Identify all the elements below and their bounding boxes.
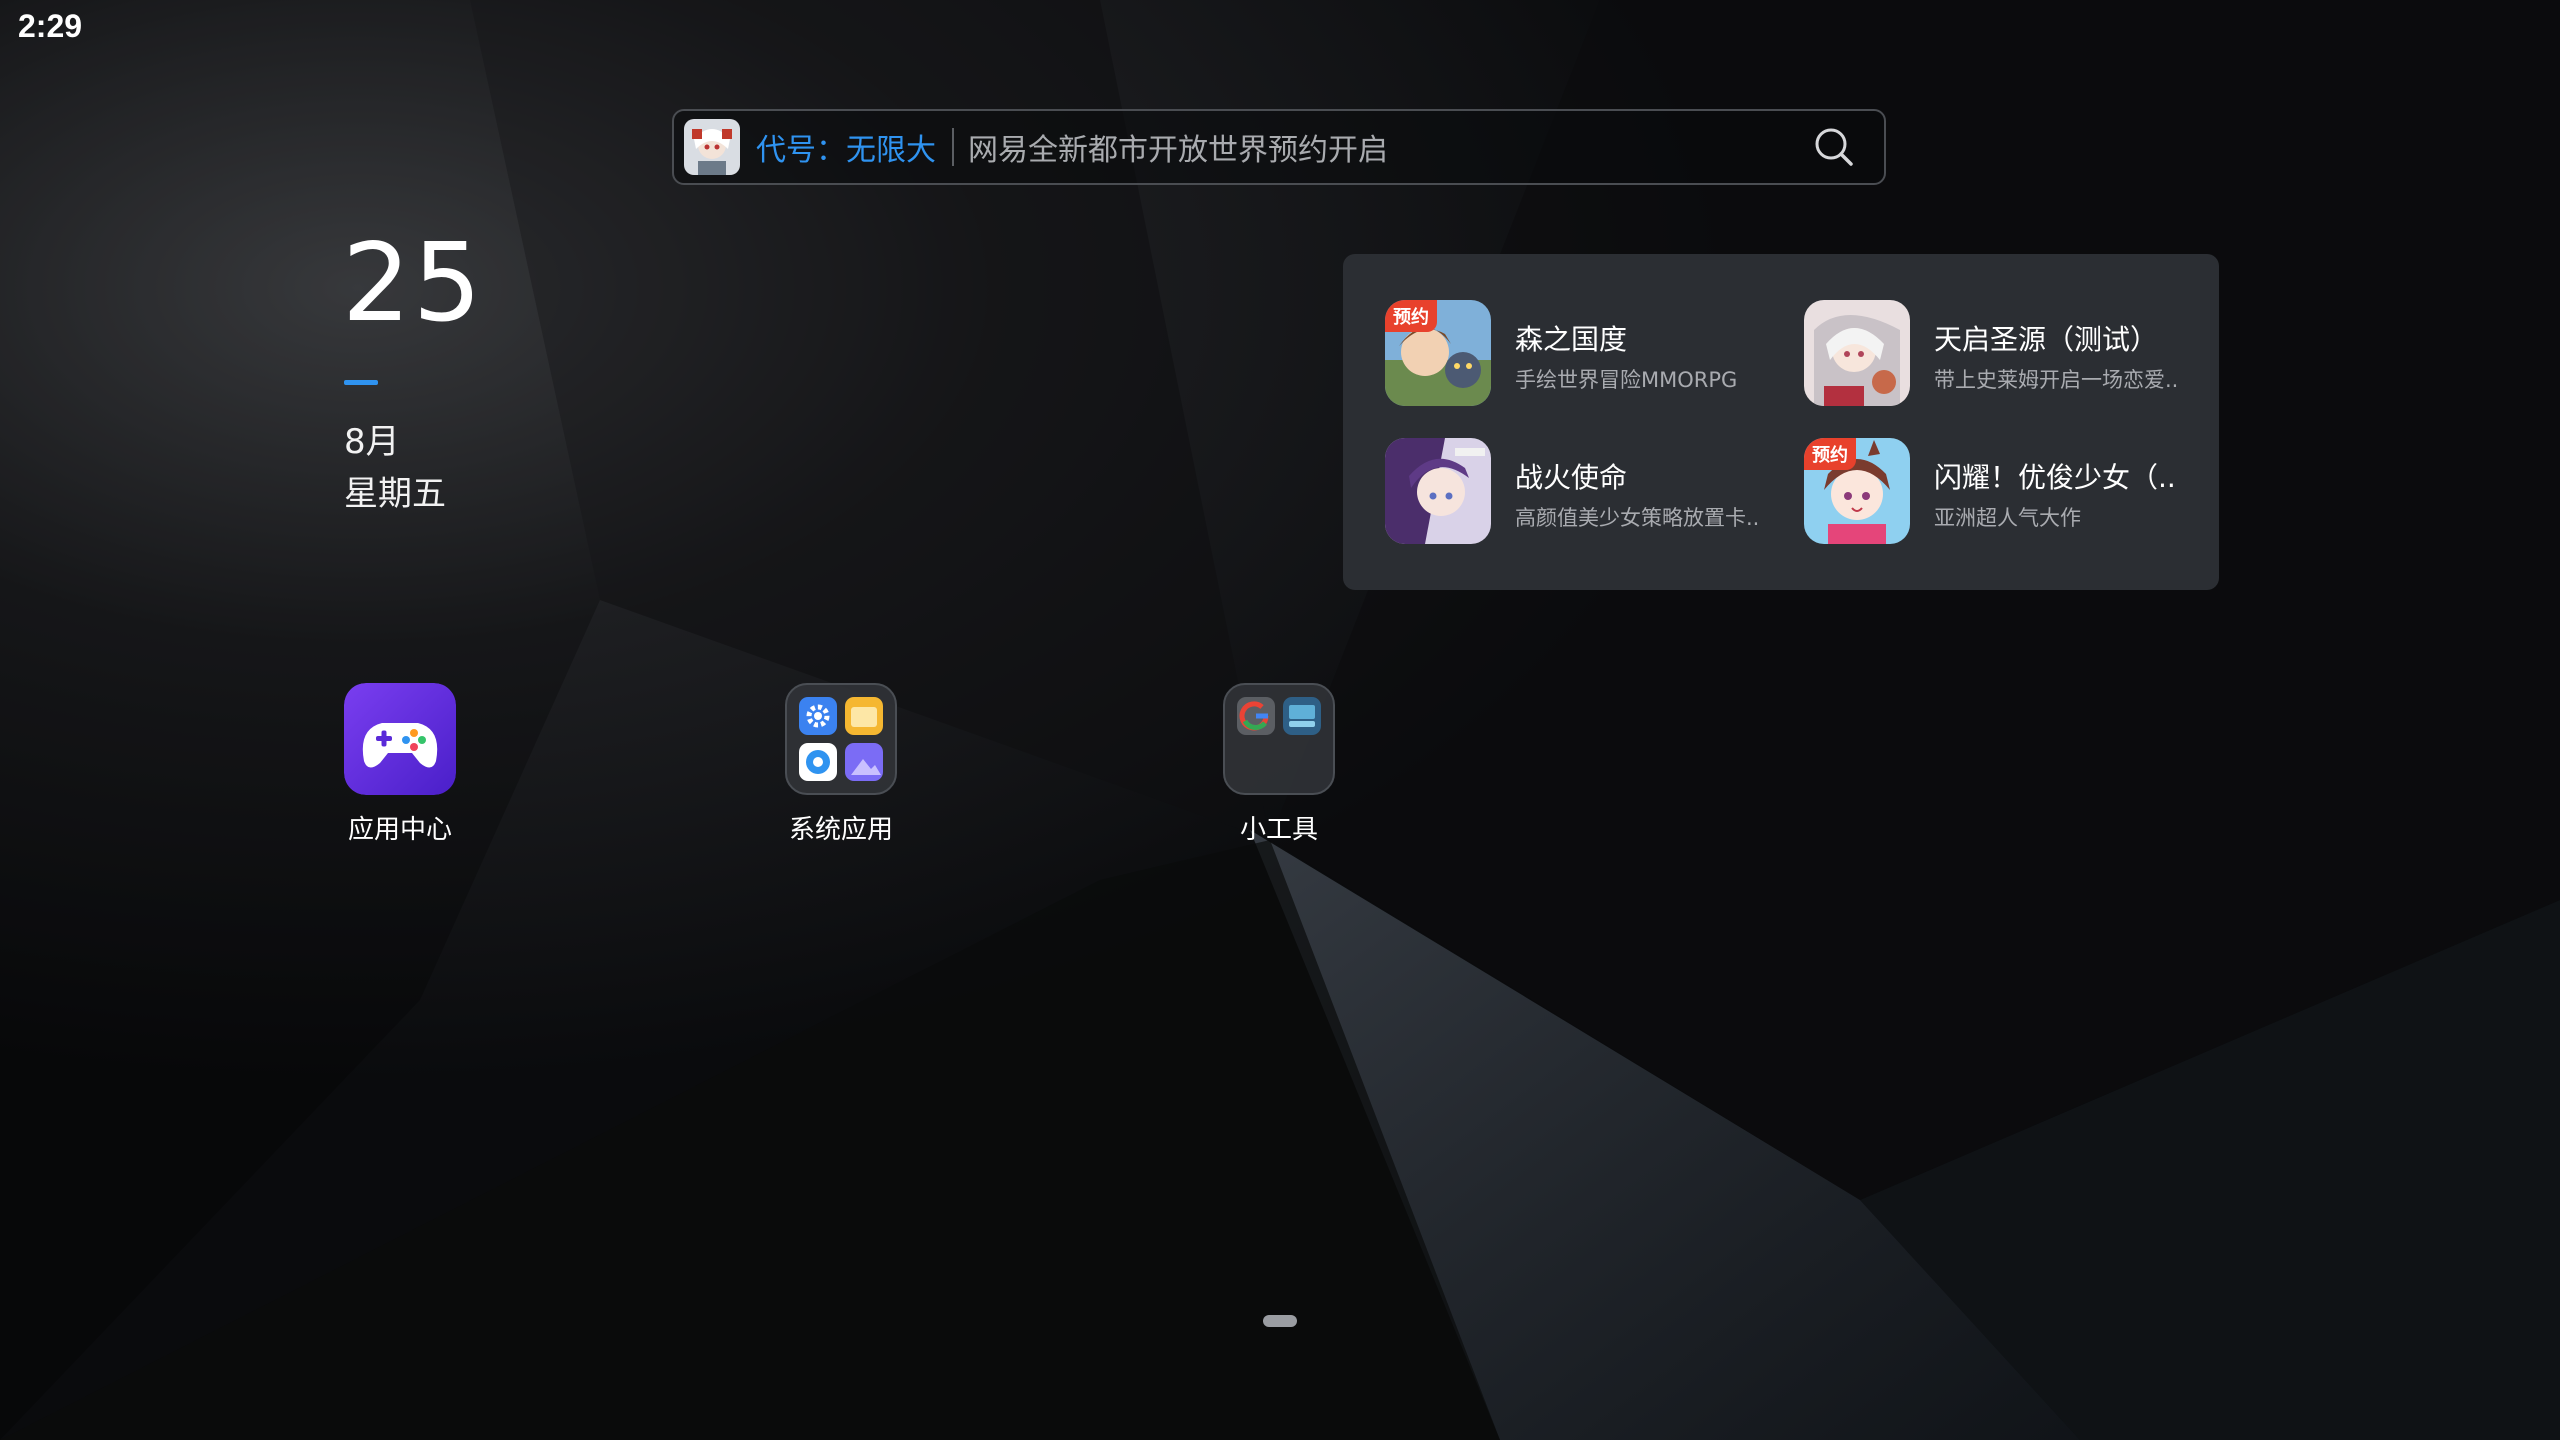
reserve-badge: 预约	[1385, 300, 1437, 332]
rec-subtitle: 带上史莱姆开启一场恋爱...	[1934, 368, 2180, 392]
search-promo-text[interactable]: 网易全新都市开放世界预约开启	[968, 125, 1812, 169]
rec-item-1[interactable]: 预约 森之国度 手绘世界冒险MMORPG	[1343, 300, 1743, 410]
app-label: 小工具	[1239, 815, 1318, 845]
game-icon-zhanhuo[interactable]	[1385, 438, 1491, 544]
date-weekday: 星期五	[344, 474, 446, 514]
date-day: 25	[342, 221, 484, 346]
rec-item-3[interactable]: 战火使命 高颜值美少女策略放置卡...	[1343, 438, 1761, 548]
search-icon[interactable]	[1812, 125, 1856, 169]
rec-item-2[interactable]: 天启圣源（测试） 带上史莱姆开启一场恋爱...	[1762, 300, 2180, 410]
system-apps-folder[interactable]: 系统应用	[756, 683, 926, 846]
status-bar-time: 2:29	[18, 8, 83, 44]
search-bar[interactable]: 代号：无限大 网易全新都市开放世界预约开启	[672, 109, 1886, 185]
promo-game-thumbnail	[684, 119, 740, 175]
date-accent-line	[344, 380, 378, 385]
rec-subtitle: 高颜值美少女策略放置卡...	[1515, 506, 1761, 530]
game-icon-umamusume[interactable]: 预约	[1804, 438, 1910, 544]
search-divider	[952, 128, 954, 166]
gamepad-icon[interactable]	[344, 683, 456, 795]
game-icon-tianqi[interactable]	[1804, 300, 1910, 406]
date-month: 8月	[344, 422, 400, 462]
rec-item-4[interactable]: 预约 闪耀！优俊少女（... 亚洲超人气大作	[1762, 438, 2174, 548]
rec-subtitle: 手绘世界冒险MMORPG	[1515, 368, 1738, 392]
page-indicator[interactable]	[1263, 1315, 1297, 1327]
app-label: 应用中心	[347, 815, 452, 845]
app-label: 系统应用	[788, 815, 893, 845]
tools-folder-icon[interactable]	[1223, 683, 1335, 795]
rec-title: 战火使命	[1515, 461, 1628, 494]
rec-title: 闪耀！优俊少女（...	[1934, 461, 2174, 494]
game-recommendations-card: 预约 森之国度 手绘世界冒险MMORPG 天启圣源（测试） 带上史莱姆开启一场恋…	[1343, 254, 2219, 590]
tools-folder[interactable]: 小工具	[1194, 683, 1364, 846]
rec-subtitle: 亚洲超人气大作	[1934, 506, 2081, 530]
rec-title: 天启圣源（测试）	[1934, 323, 2159, 356]
rec-title: 森之国度	[1515, 323, 1628, 356]
search-promo-highlight[interactable]: 代号：无限大	[756, 125, 936, 169]
app-store-shortcut[interactable]: 应用中心	[315, 683, 485, 846]
system-apps-folder-icon[interactable]	[785, 683, 897, 795]
reserve-badge: 预约	[1804, 438, 1856, 470]
game-icon-forest-kingdom[interactable]: 预约	[1385, 300, 1491, 406]
